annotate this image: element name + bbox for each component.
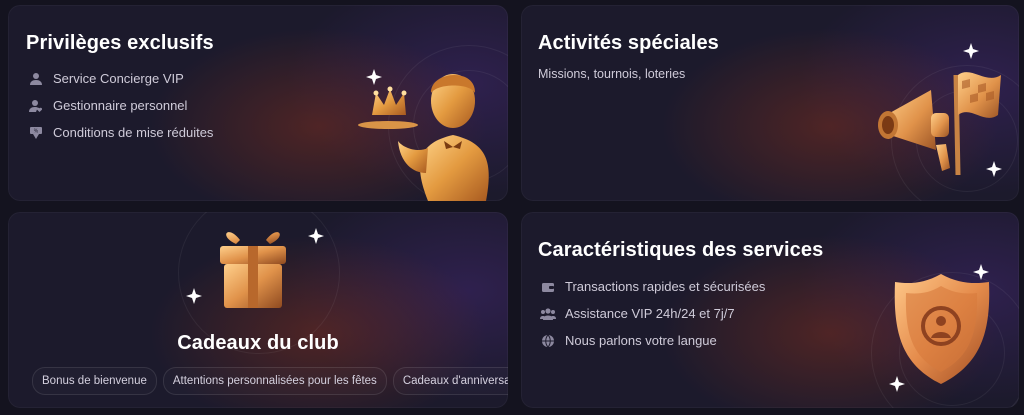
group-icon — [540, 306, 556, 322]
list-item-label: Gestionnaire personnel — [53, 98, 188, 113]
list-item: Assistance VIP 24h/24 et 7j/7 — [540, 300, 765, 327]
chip-welcome-bonus[interactable]: Bonus de bienvenue — [32, 367, 157, 395]
gift-box-illustration — [186, 228, 324, 308]
chip-holiday-attentions[interactable]: Attentions personnalisées pour les fêtes — [162, 367, 387, 395]
globe-icon — [540, 333, 556, 349]
list-item: Gestionnaire personnel — [28, 92, 213, 119]
gifts-chips: Bonus de bienvenue Attentions personnali… — [32, 367, 508, 395]
gifts-card: Cadeaux du club Bonus de bienvenue Atten… — [8, 212, 508, 408]
activities-title: Activités spéciales — [538, 32, 719, 54]
list-item-label: Nous parlons votre langue — [565, 333, 717, 348]
wallet-icon — [540, 279, 556, 295]
list-item: Service Concierge VIP — [28, 65, 213, 92]
list-item: Nous parlons votre langue — [540, 327, 765, 354]
privileges-card: Privilèges exclusifs Service Concierge V… — [8, 5, 508, 201]
person-heart-icon — [28, 98, 44, 114]
list-item-label: Transactions rapides et sécurisées — [565, 279, 766, 294]
services-card: Caractéristiques des services Transactio… — [521, 212, 1019, 408]
person-icon — [28, 71, 44, 87]
activities-subtitle: Missions, tournois, loteries — [538, 67, 686, 81]
chip-birthday-gifts[interactable]: Cadeaux d'anniversaire — [392, 367, 508, 395]
list-item-label: Conditions de mise réduites — [53, 125, 214, 140]
list-item-label: Service Concierge VIP — [53, 71, 184, 86]
vip-features-grid: Privilèges exclusifs Service Concierge V… — [0, 0, 1024, 415]
services-list: Transactions rapides et sécurisées Assis… — [540, 273, 765, 354]
list-item: Transactions rapides et sécurisées — [540, 273, 765, 300]
butler-illustration — [358, 69, 489, 201]
gifts-title: Cadeaux du club — [177, 332, 339, 354]
list-item-label: Assistance VIP 24h/24 et 7j/7 — [565, 306, 735, 321]
megaphone-illustration — [878, 43, 1002, 177]
svg-text:%: % — [34, 128, 39, 134]
shield-illustration — [889, 264, 990, 392]
privileges-list: Service Concierge VIP Gestionnaire perso… — [28, 65, 213, 146]
percent-banner-icon: % — [28, 125, 44, 141]
list-item: % Conditions de mise réduites — [28, 119, 213, 146]
privileges-title: Privilèges exclusifs — [26, 32, 214, 54]
activities-card: Activités spéciales Missions, tournois, … — [521, 5, 1019, 201]
services-title: Caractéristiques des services — [538, 239, 824, 261]
